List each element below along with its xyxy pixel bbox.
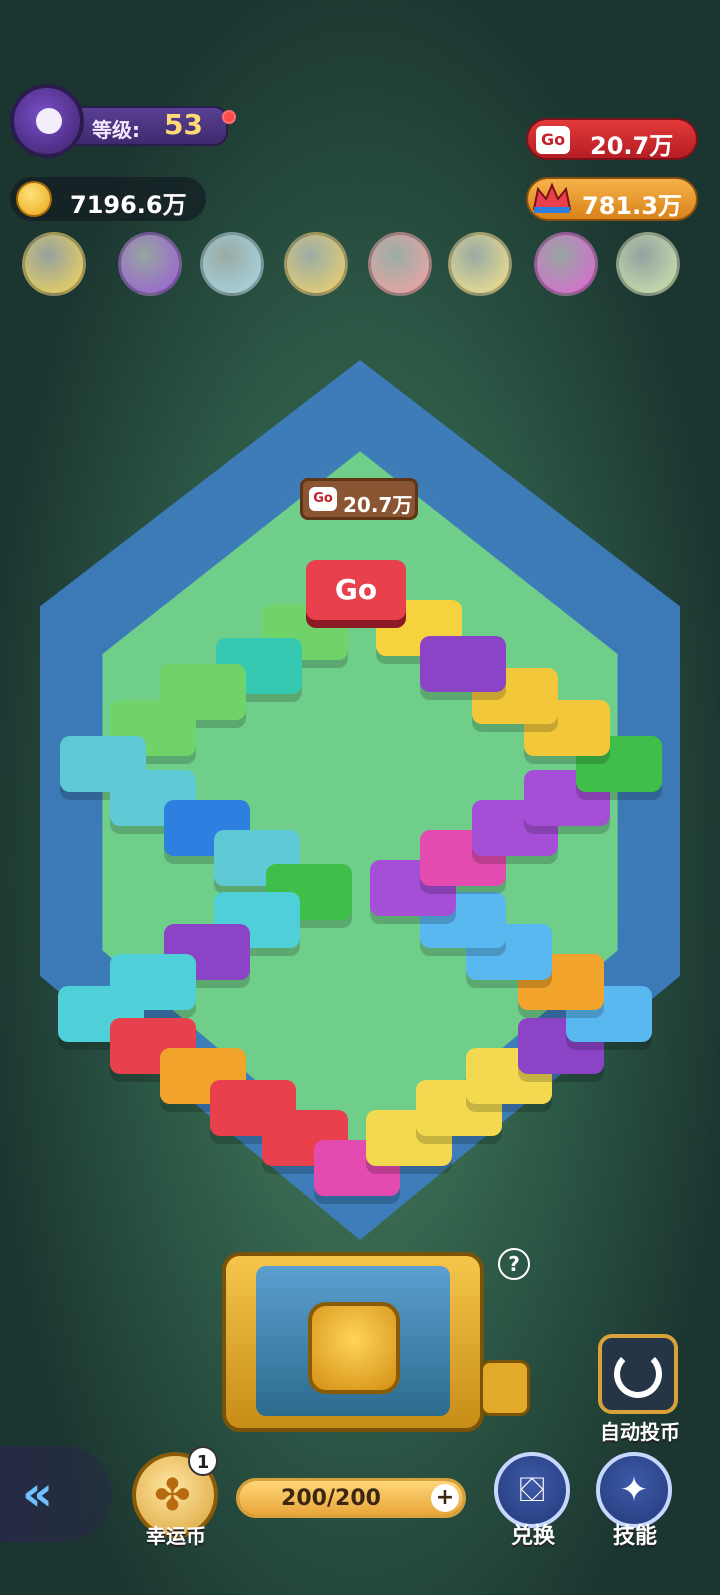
- exchange-button[interactable]: ⛋: [494, 1452, 570, 1528]
- skill-card-icon: ✦: [619, 1470, 649, 1510]
- machine-lever[interactable]: [480, 1360, 530, 1416]
- coin-counter: 7196.6万: [10, 177, 206, 221]
- crown-icon: [532, 182, 572, 213]
- help-button[interactable]: ?: [498, 1248, 530, 1280]
- lucky-coin-label: 幸运币: [146, 1524, 206, 1548]
- gem-icon[interactable]: [534, 232, 598, 296]
- jackpot-sign: Go 20.7万: [300, 478, 418, 520]
- jackpot-sign-value: 20.7万: [343, 493, 413, 517]
- coin-value: 7196.6万: [70, 191, 187, 219]
- level-label: 等级:: [92, 118, 140, 142]
- go-tag-icon: Go: [536, 126, 570, 154]
- crown-value: 781.3万: [582, 192, 682, 220]
- avatar[interactable]: [10, 84, 84, 158]
- auto-coin-button[interactable]: [598, 1334, 678, 1414]
- avatar-face-icon: [36, 108, 62, 134]
- machine-lock-icon: [308, 1302, 400, 1394]
- level-value: 53: [164, 108, 203, 141]
- skill-button[interactable]: ✦: [596, 1452, 672, 1528]
- fish-icon[interactable]: [448, 232, 512, 296]
- exchange-icon: ⛋: [519, 1470, 545, 1510]
- auto-cycle-icon: [614, 1350, 662, 1398]
- chick-icon[interactable]: [22, 232, 86, 296]
- coin-machine[interactable]: [222, 1252, 484, 1432]
- owl-icon[interactable]: [200, 232, 264, 296]
- back-arrow-icon: «: [22, 1466, 54, 1522]
- go-start-tile: Go: [306, 560, 406, 620]
- go-tag-icon: Go: [309, 487, 337, 511]
- bird-icon[interactable]: [616, 232, 680, 296]
- level-panel[interactable]: 等级: 53: [10, 84, 236, 158]
- game-scene: Go Go 20.7万 等级: 53 7196.6万 Go 20.7万 781.…: [0, 0, 720, 1595]
- back-button[interactable]: «: [0, 1446, 112, 1542]
- energy-value: 200/200: [281, 1486, 381, 1511]
- energy-add-button[interactable]: +: [431, 1484, 459, 1512]
- coin-icon: [16, 181, 52, 217]
- pig-icon[interactable]: [368, 232, 432, 296]
- notification-dot-icon: [222, 110, 236, 124]
- pet-collection-row: [22, 232, 692, 302]
- clover-icon: ✤: [154, 1470, 191, 1521]
- auto-coin-label: 自动投币: [600, 1420, 680, 1444]
- go-counter: Go 20.7万: [526, 118, 698, 160]
- skill-label: 技能: [612, 1524, 657, 1549]
- lucky-coin-count-badge: 1: [188, 1446, 218, 1476]
- cheese-icon[interactable]: [284, 232, 348, 296]
- exchange-label: 兑换: [510, 1524, 555, 1549]
- go-value: 20.7万: [590, 132, 674, 160]
- board-tile: [420, 636, 506, 692]
- book-icon[interactable]: [118, 232, 182, 296]
- crown-counter: 781.3万: [526, 177, 698, 221]
- energy-bar: 200/200 +: [236, 1478, 466, 1518]
